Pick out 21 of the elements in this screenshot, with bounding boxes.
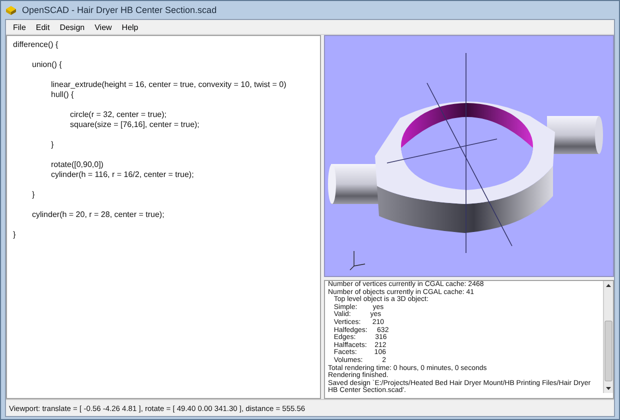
menu-item[interactable]: Design [54,22,90,32]
code-line: linear_extrude(height = 16, center = true, convexity = 10, twist = 0) [50,80,286,90]
menu-item[interactable]: Help [116,22,144,32]
menu-item[interactable]: Edit [30,22,55,32]
code-line: cylinder(h = 116, r = 16/2, center = true); [50,170,194,180]
window-title: OpenSCAD - Hair Dryer HB Center Section.scad [22,5,217,15]
menu-item[interactable]: File [8,22,31,32]
code-line: hull() { [50,90,74,100]
menu-item[interactable]: View [90,22,117,32]
code-line: } [13,230,16,240]
code-line: square(size = [76,16], center = true); [69,120,200,130]
code-line: rotate([0,90,0]) [50,160,104,170]
code-line: circle(r = 32, center = true); [69,110,166,120]
code-line: difference() { [13,40,58,50]
code-line: cylinder(h = 20, r = 28, center = true); [31,210,164,220]
axes-indicator-icon [350,250,366,270]
code-line: } [31,190,35,200]
scrollbar[interactable] [603,281,613,393]
code-line: union() { [31,60,62,70]
code-line: } [50,140,54,150]
app-logo-icon [5,4,17,16]
